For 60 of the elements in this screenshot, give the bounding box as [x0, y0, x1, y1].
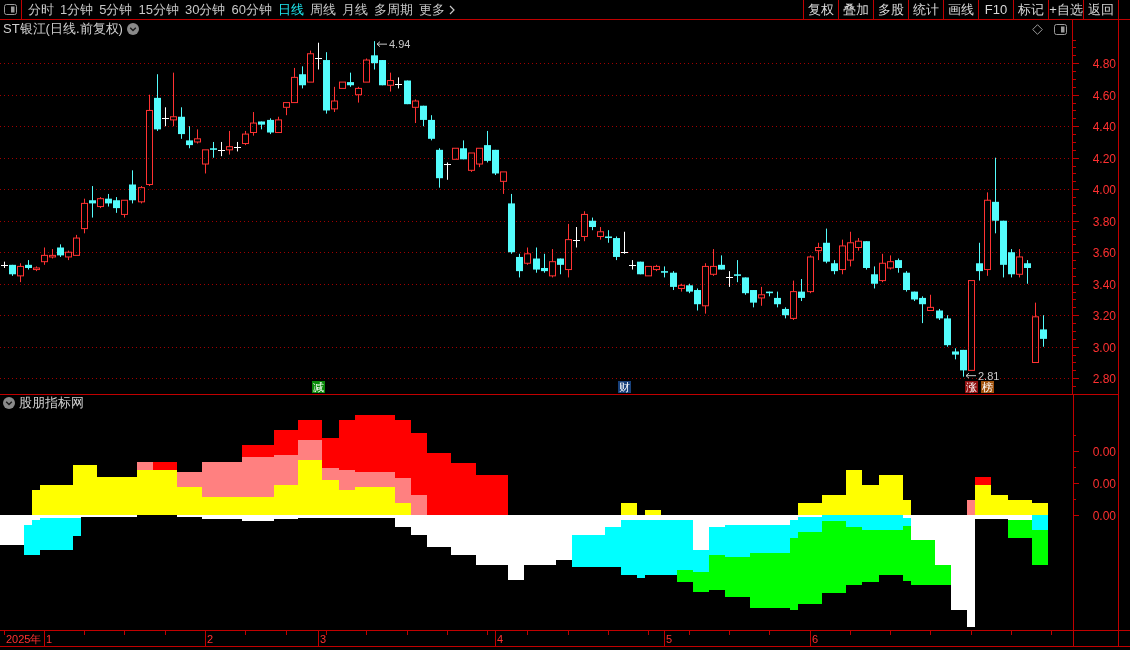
chevron-down-icon[interactable] — [126, 23, 139, 35]
axis-label: 0.00 — [1092, 444, 1116, 459]
period-tab[interactable]: 月线 — [341, 0, 368, 19]
period-tab[interactable]: 60分钟 — [231, 0, 272, 19]
candlestick — [725, 270, 734, 288]
chevron-down-icon[interactable] — [3, 397, 15, 409]
toolbar-button[interactable]: 多股 — [873, 0, 908, 19]
diamond-icon[interactable] — [1032, 23, 1043, 35]
price-label: 3.40 — [1092, 277, 1116, 292]
event-tag[interactable]: 榜 — [981, 381, 994, 393]
axis-label: 0.00 — [1092, 508, 1116, 523]
axis-label: 2 — [207, 633, 214, 645]
price-label: 4.60 — [1092, 88, 1116, 103]
toolbar-button[interactable]: 标记 — [1013, 0, 1048, 19]
axis-label: 0.00 — [1092, 476, 1116, 491]
event-tag[interactable]: 财 — [618, 381, 631, 393]
price-label: 3.00 — [1092, 340, 1116, 355]
price-label: 4.40 — [1092, 119, 1116, 134]
axis-label: 1 — [46, 633, 53, 645]
price-label: 3.20 — [1092, 308, 1116, 323]
period-tab[interactable]: 15分钟 — [138, 0, 179, 19]
indicator-title: 股朋指标网 — [19, 395, 84, 411]
period-tab[interactable]: 日线 — [277, 0, 304, 19]
period-tab[interactable]: 30分钟 — [184, 0, 226, 19]
panel-toggle-icon[interactable] — [4, 4, 17, 15]
price-label: 3.60 — [1092, 245, 1116, 260]
price-label: 4.00 — [1092, 182, 1116, 197]
price-label: 3.80 — [1092, 214, 1116, 229]
toolbar-button[interactable]: 统计 — [908, 0, 943, 19]
axis-label: 3 — [320, 633, 327, 645]
more-button[interactable]: 更多 — [418, 0, 455, 19]
period-tab[interactable]: 多周期 — [373, 0, 413, 19]
event-tag[interactable]: 减 — [312, 381, 325, 393]
axis-label: 4 — [497, 633, 504, 645]
axis-label: 6 — [812, 633, 819, 645]
axis-label: 2025年 — [6, 633, 42, 645]
left-arrow-icon — [376, 41, 388, 48]
toolbar-button[interactable]: 叠加 — [838, 0, 873, 19]
price-label: 4.80 — [1092, 56, 1116, 71]
left-arrow-icon — [965, 372, 977, 379]
event-tag[interactable]: 涨 — [965, 381, 978, 393]
toolbar-button[interactable]: F10 — [978, 0, 1013, 19]
candlestick — [620, 231, 629, 255]
toolbar-button[interactable]: 返回 — [1083, 0, 1118, 19]
toolbar-button[interactable]: +自选 — [1048, 0, 1083, 19]
price-label: 2.80 — [1092, 371, 1116, 386]
chevron-right-icon — [448, 4, 455, 15]
axis-label: 5 — [666, 633, 673, 645]
price-label: 4.20 — [1092, 151, 1116, 166]
period-tab[interactable]: 5分钟 — [99, 0, 133, 19]
panel-toggle-icon[interactable] — [1054, 23, 1067, 35]
period-tab[interactable]: 周线 — [309, 0, 336, 19]
candlestick — [628, 259, 637, 271]
toolbar-button[interactable]: 复权 — [803, 0, 838, 19]
period-tab[interactable]: 分时 — [28, 0, 54, 19]
chart-title: ST银江(日线.前复权) — [3, 21, 123, 37]
price-annotation: 4.94 — [389, 38, 411, 51]
price-annotation: 2.81 — [978, 369, 1000, 382]
toolbar-button[interactable]: 画线 — [943, 0, 978, 19]
period-tab[interactable]: 1分钟 — [60, 0, 94, 19]
